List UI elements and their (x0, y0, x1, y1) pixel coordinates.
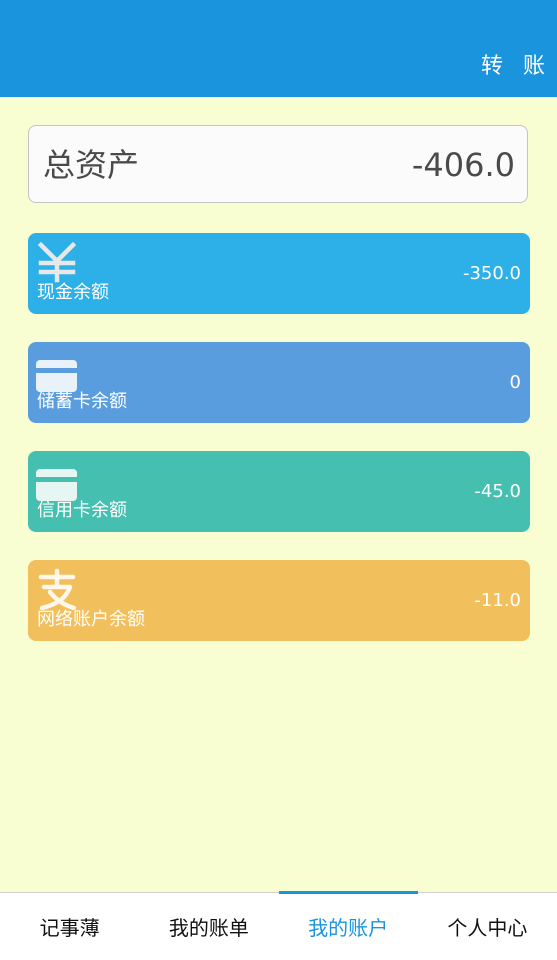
tab-my-accounts[interactable]: 我的账户 (278, 891, 419, 960)
total-assets-value: -406.0 (411, 146, 515, 184)
card-icon (36, 469, 77, 501)
tab-my-bills[interactable]: 我的账单 (139, 893, 278, 960)
alipay-icon (38, 568, 77, 610)
account-value-debit: 0 (509, 372, 521, 393)
account-label-debit: 储蓄卡余额 (37, 391, 127, 412)
card-icon (36, 360, 77, 392)
header-bar: 转账 (0, 0, 557, 97)
account-label-cash: 现金余额 (37, 282, 109, 303)
tab-personal-center[interactable]: 个人中心 (418, 893, 557, 960)
app: 转账 总资产 -406.0 现金余额 -350.0 储蓄卡余额 0 信用卡余额 … (0, 0, 557, 960)
yen-icon (37, 241, 77, 283)
account-label-credit: 信用卡余额 (37, 500, 127, 521)
account-card-credit[interactable]: 信用卡余额 -45.0 (28, 451, 530, 532)
total-assets-label: 总资产 (43, 146, 140, 184)
tab-notebook[interactable]: 记事薄 (0, 893, 139, 960)
account-value-online: -11.0 (474, 590, 521, 611)
total-assets-card: 总资产 -406.0 (28, 125, 528, 203)
bottom-nav: 记事薄 我的账单 我的账户 个人中心 (0, 891, 557, 960)
account-value-credit: -45.0 (474, 481, 521, 502)
account-card-cash[interactable]: 现金余额 -350.0 (28, 233, 530, 314)
account-label-online: 网络账户余额 (37, 609, 145, 630)
account-card-debit[interactable]: 储蓄卡余额 0 (28, 342, 530, 423)
account-card-online[interactable]: 网络账户余额 -11.0 (28, 560, 530, 641)
account-value-cash: -350.0 (462, 263, 521, 284)
transfer-button[interactable]: 转账 (481, 52, 557, 82)
